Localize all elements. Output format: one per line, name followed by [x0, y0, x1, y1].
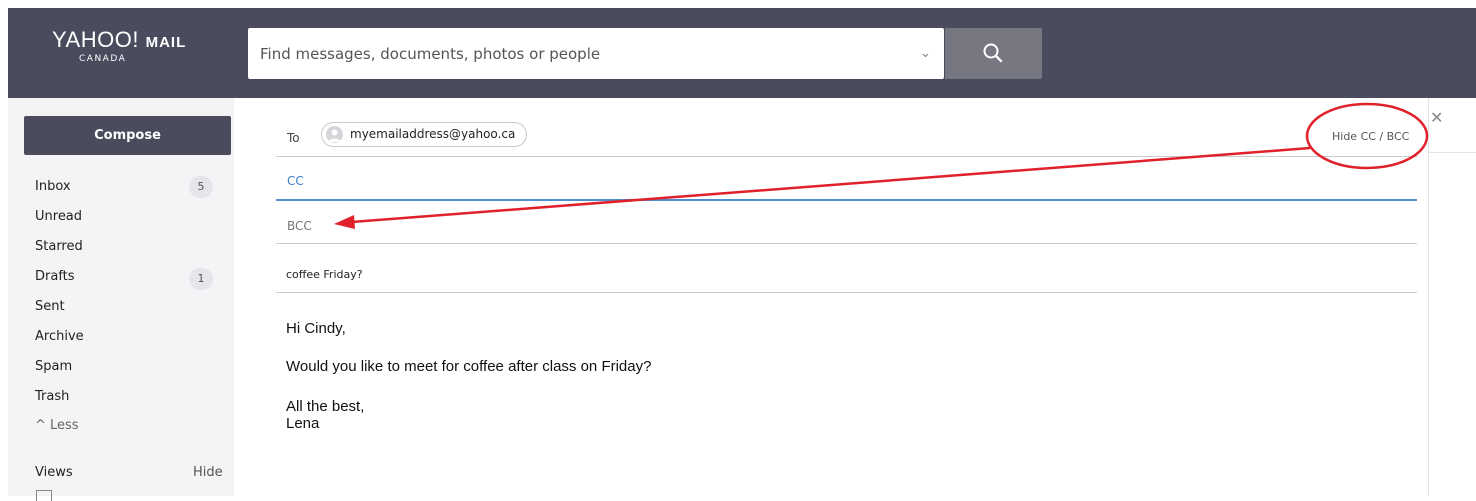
to-field-divider [276, 156, 1417, 157]
yahoo-mail-logo[interactable]: YAHOO! MAIL CANADA [52, 27, 186, 64]
body-closing[interactable]: All the best, [286, 398, 364, 415]
recipient-chip[interactable]: myemailaddress@yahoo.ca [321, 122, 527, 147]
close-icon[interactable]: ✕ [1430, 108, 1443, 127]
sidebar-item-inbox[interactable]: Inbox [35, 179, 71, 194]
subject-field[interactable]: coffee Friday? [286, 268, 363, 281]
annotation-arrow-line [351, 146, 1311, 224]
less-toggle[interactable]: ^ Less [35, 418, 79, 433]
views-heading: Views [35, 465, 73, 480]
sidebar-item-trash[interactable]: Trash [35, 389, 69, 404]
views-hide-link[interactable]: Hide [193, 465, 223, 480]
body-message[interactable]: Would you like to meet for coffee after … [286, 358, 651, 375]
sidebar [8, 98, 234, 496]
body-greeting[interactable]: Hi Cindy, [286, 320, 346, 337]
recipient-email: myemailaddress@yahoo.ca [350, 127, 516, 141]
bcc-field-divider [276, 243, 1417, 244]
sidebar-item-unread[interactable]: Unread [35, 209, 82, 224]
chevron-down-icon[interactable]: ⌄ [920, 46, 931, 61]
hide-cc-bcc-link[interactable]: Hide CC / BCC [1332, 130, 1409, 143]
sidebar-item-drafts[interactable]: Drafts [35, 269, 75, 284]
inbox-count-badge: 5 [189, 176, 213, 198]
to-label: To [287, 131, 300, 145]
body-signature[interactable]: Lena [286, 415, 319, 432]
search-box [248, 28, 944, 79]
avatar-icon [326, 126, 343, 143]
sidebar-item-archive[interactable]: Archive [35, 329, 84, 344]
cc-field[interactable]: CC [287, 174, 304, 188]
search-input[interactable] [260, 28, 900, 79]
annotation-arrowhead [334, 215, 355, 229]
sidebar-item-starred[interactable]: Starred [35, 239, 83, 254]
subject-field-divider [276, 292, 1417, 293]
sidebar-item-spam[interactable]: Spam [35, 359, 72, 374]
sidebar-item-sent[interactable]: Sent [35, 299, 65, 314]
bcc-field[interactable]: BCC [287, 219, 312, 233]
cc-field-underline [276, 199, 1417, 201]
compose-button[interactable]: Compose [24, 116, 231, 155]
right-panel-divider [1429, 152, 1476, 153]
drafts-count-badge: 1 [189, 268, 213, 290]
search-button[interactable] [945, 28, 1042, 79]
search-icon [983, 43, 1003, 63]
content-divider [1428, 98, 1429, 496]
